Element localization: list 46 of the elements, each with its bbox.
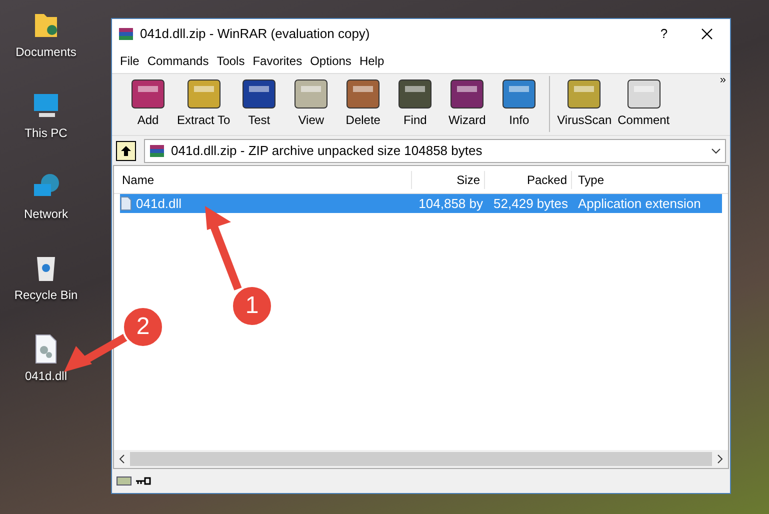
desktop-icon-label[interactable]: Documents <box>16 46 76 58</box>
file-packed: 52,429 bytes <box>492 194 569 213</box>
scrollbar-thumb[interactable] <box>130 452 712 466</box>
toolbar-button[interactable]: VirusScan <box>554 76 615 126</box>
toolbar-button[interactable]: Comment <box>614 76 673 126</box>
menu-item[interactable]: Tools <box>212 52 249 70</box>
file-icon <box>120 196 132 211</box>
chevron-down-icon <box>711 148 721 154</box>
column-header[interactable]: Name <box>114 170 412 188</box>
toolbar-overflow[interactable]: » <box>720 72 726 88</box>
menu-item[interactable]: Help <box>355 52 388 70</box>
toolbar-button[interactable]: Find <box>389 76 442 126</box>
file-name: 041d.dll <box>136 194 182 213</box>
desktop-icon-label[interactable]: Network <box>24 208 68 220</box>
desktop-icon-label[interactable]: This PC <box>24 127 68 139</box>
close-icon <box>701 28 713 40</box>
toolbar-button[interactable]: Test <box>233 76 286 126</box>
menu-item[interactable]: Favorites <box>248 52 306 70</box>
toolbar-button[interactable]: Info <box>493 76 546 126</box>
horizontal-scrollbar[interactable] <box>114 450 728 468</box>
toolbar-button[interactable]: View <box>285 76 338 126</box>
file-size: 104,858 by <box>418 194 484 213</box>
file-gear-icon <box>34 334 58 364</box>
toolbar-button[interactable]: Add <box>122 76 174 126</box>
column-header[interactable]: Type <box>572 170 728 188</box>
toolbar-button[interactable]: Extract To <box>174 76 234 126</box>
drive-icon <box>116 475 132 487</box>
file-type: Application extension <box>577 194 702 213</box>
window-title: 041d.dll.zip - WinRAR (evaluation copy) <box>140 25 370 44</box>
toolbar-button[interactable]: Wizard <box>441 76 494 126</box>
archive-books-icon <box>118 26 134 42</box>
menu-item[interactable]: Commands <box>143 52 213 70</box>
desktop-icon-label[interactable]: Recycle Bin <box>14 289 78 301</box>
menu-item[interactable]: Options <box>306 52 356 70</box>
desktop-icon-label[interactable]: 041d.dll <box>24 370 68 382</box>
menu-item[interactable]: File <box>116 52 144 70</box>
up-folder-button[interactable] <box>116 140 136 160</box>
address-text: 041d.dll.zip - ZIP archive unpacked size 104858 bytes <box>171 142 484 160</box>
up-arrow-icon <box>120 144 132 156</box>
key-icon <box>135 476 151 486</box>
toolbar-button[interactable]: Delete <box>337 76 390 126</box>
column-header[interactable]: Packed <box>485 170 572 188</box>
address-dropdown[interactable]: 041d.dll.zip - ZIP archive unpacked size 104858 bytes <box>144 138 726 162</box>
help-button[interactable]: ? <box>644 19 684 49</box>
archive-books-icon <box>149 142 165 158</box>
column-header[interactable]: Size <box>412 170 485 188</box>
